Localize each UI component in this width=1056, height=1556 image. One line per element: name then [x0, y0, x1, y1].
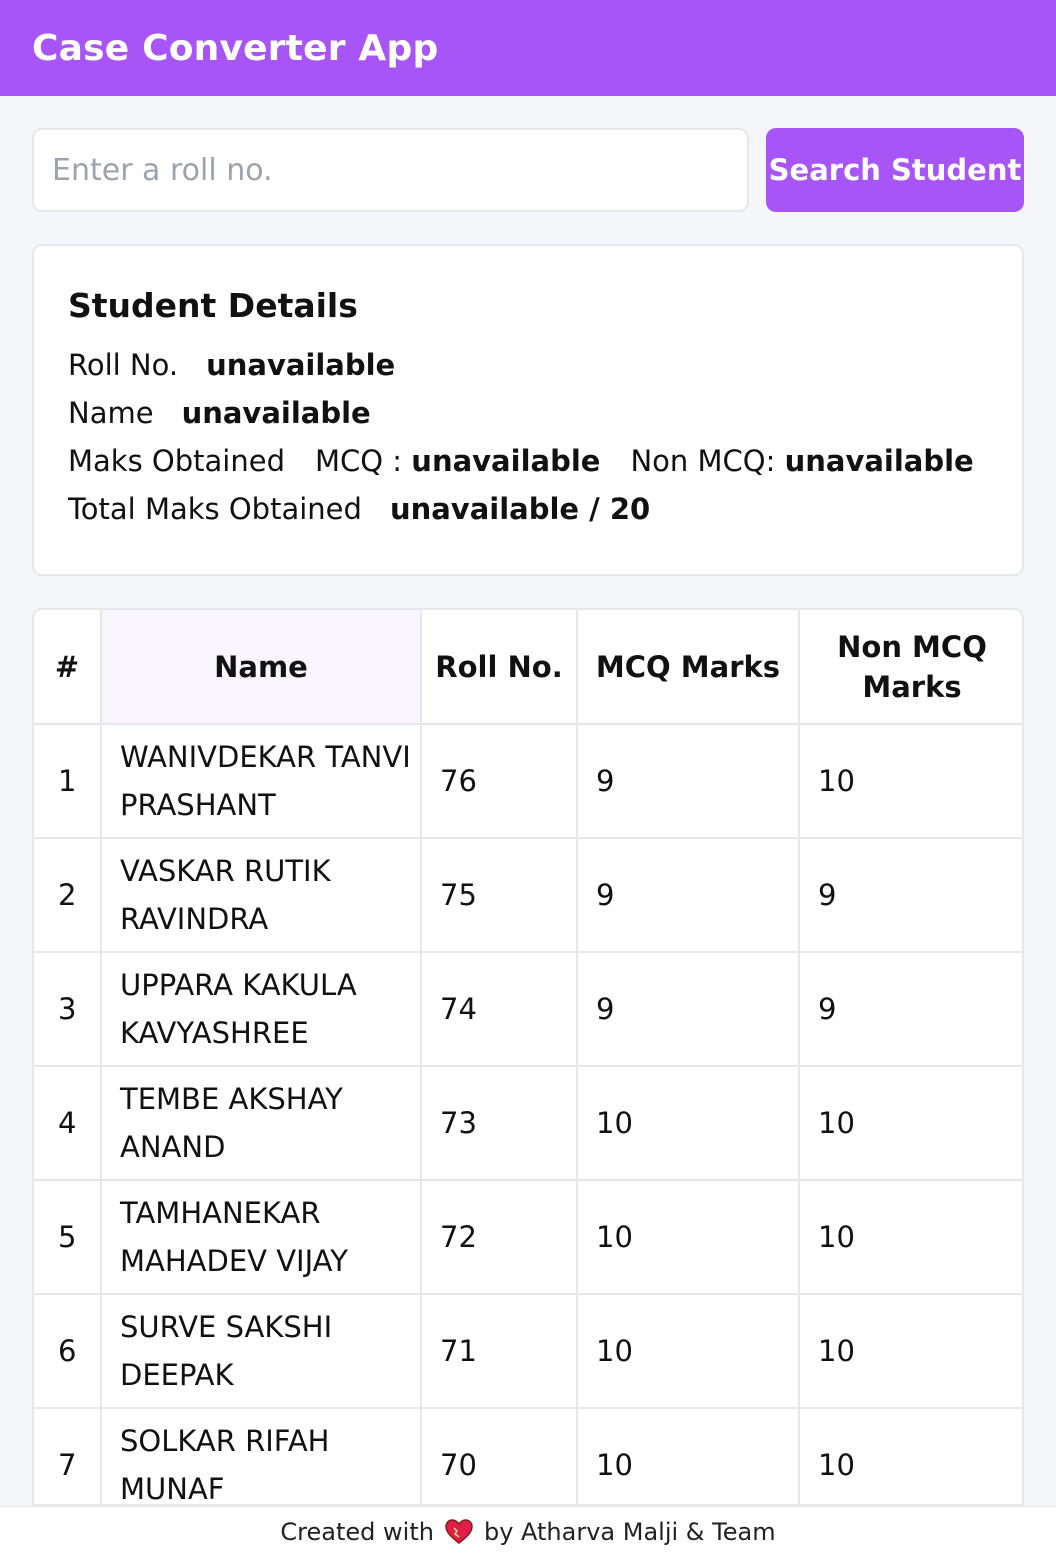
roll-row: Roll No. unavailable: [68, 341, 1022, 389]
column-header-mcq: MCQ Marks: [576, 610, 800, 725]
table-row: 1 WANIVDEKAR TANVI PRASHANT 76 9 10: [34, 723, 1022, 839]
column-header-roll: Roll No.: [420, 610, 578, 725]
cell-roll-no: 76: [420, 723, 578, 839]
cell-index: 7: [34, 1407, 102, 1504]
cell-mcq-marks: 9: [576, 837, 800, 953]
cell-non-mcq-marks: 10: [798, 723, 1022, 839]
results-table: # Name Roll No. MCQ Marks Non MCQ Marks …: [34, 610, 1022, 1504]
cell-non-mcq-marks: 10: [798, 1179, 1022, 1295]
roll-number-input[interactable]: [32, 128, 749, 212]
cell-non-mcq-marks: 10: [798, 1407, 1022, 1504]
non-mcq-value: unavailable: [784, 444, 974, 478]
cell-index: 1: [34, 723, 102, 839]
cell-roll-no: 71: [420, 1293, 578, 1409]
cell-index: 3: [34, 951, 102, 1067]
table-row: 7 SOLKAR RIFAH MUNAF 70 10 10: [34, 1407, 1022, 1504]
cell-index: 5: [34, 1179, 102, 1295]
cell-mcq-marks: 9: [576, 723, 800, 839]
cell-index: 2: [34, 837, 102, 953]
app-title: Case Converter App: [32, 27, 439, 69]
footer: Created with by Atharva Malji & Team: [0, 1506, 1056, 1556]
name-value: unavailable: [181, 396, 371, 430]
roll-value: unavailable: [206, 348, 396, 382]
table-row: 3 UPPARA KAKULA KAVYASHREE 74 9 9: [34, 951, 1022, 1067]
results-table-container[interactable]: # Name Roll No. MCQ Marks Non MCQ Marks …: [32, 608, 1024, 1506]
cell-mcq-marks: 10: [576, 1293, 800, 1409]
cell-roll-no: 70: [420, 1407, 578, 1504]
table-row: 5 TAMHANEKAR MAHADEV VIJAY 72 10 10: [34, 1179, 1022, 1295]
column-header-index: #: [34, 610, 102, 725]
cell-roll-no: 72: [420, 1179, 578, 1295]
search-student-button[interactable]: Search Student: [766, 128, 1024, 212]
cell-roll-no: 74: [420, 951, 578, 1067]
total-value: unavailable / 20: [389, 492, 651, 526]
cell-name: WANIVDEKAR TANVI PRASHANT: [100, 723, 422, 839]
cell-mcq-marks: 10: [576, 1407, 800, 1504]
cell-mcq-marks: 10: [576, 1065, 800, 1181]
cell-non-mcq-marks: 10: [798, 1293, 1022, 1409]
cell-non-mcq-marks: 10: [798, 1065, 1022, 1181]
table-row: 4 TEMBE AKSHAY ANAND 73 10 10: [34, 1065, 1022, 1181]
table-row: 6 SURVE SAKSHI DEEPAK 71 10 10: [34, 1293, 1022, 1409]
cell-non-mcq-marks: 9: [798, 837, 1022, 953]
app-header: Case Converter App: [0, 0, 1056, 96]
search-bar: Search Student: [32, 128, 1024, 212]
table-header-row: # Name Roll No. MCQ Marks Non MCQ Marks: [34, 610, 1022, 725]
table-row: 2 VASKAR RUTIK RAVINDRA 75 9 9: [34, 837, 1022, 953]
heart-icon: [444, 1518, 474, 1546]
mcq-label: MCQ :: [314, 444, 403, 478]
cell-name: VASKAR RUTIK RAVINDRA: [100, 837, 422, 953]
cell-mcq-marks: 9: [576, 951, 800, 1067]
footer-prefix: Created with: [280, 1517, 434, 1546]
marks-row: Maks Obtained MCQ : unavailable Non MCQ: u…: [68, 437, 1022, 485]
cell-name: SURVE SAKSHI DEEPAK: [100, 1293, 422, 1409]
total-row: Total Maks Obtained unavailable / 20: [68, 485, 1022, 533]
cell-name: TEMBE AKSHAY ANAND: [100, 1065, 422, 1181]
cell-mcq-marks: 10: [576, 1179, 800, 1295]
name-row: Name unavailable: [68, 389, 1022, 437]
cell-name: SOLKAR RIFAH MUNAF: [100, 1407, 422, 1504]
cell-roll-no: 73: [420, 1065, 578, 1181]
cell-roll-no: 75: [420, 837, 578, 953]
cell-name: UPPARA KAKULA KAVYASHREE: [100, 951, 422, 1067]
non-mcq-label: Non MCQ:: [630, 444, 776, 478]
column-header-non-mcq: Non MCQ Marks: [798, 610, 1022, 725]
cell-name: TAMHANEKAR MAHADEV VIJAY: [100, 1179, 422, 1295]
total-label: Total Maks Obtained: [68, 492, 362, 526]
name-label: Name: [68, 396, 154, 430]
student-details-card: Student Details Roll No. unavailable Name…: [32, 244, 1024, 576]
cell-index: 6: [34, 1293, 102, 1409]
roll-label: Roll No.: [68, 348, 179, 382]
mcq-value: unavailable: [411, 444, 601, 478]
cell-non-mcq-marks: 9: [798, 951, 1022, 1067]
footer-suffix: by Atharva Malji & Team: [483, 1517, 776, 1546]
student-details-title: Student Details: [68, 286, 358, 325]
column-header-name: Name: [100, 610, 422, 725]
marks-label: Maks Obtained: [68, 444, 285, 478]
cell-index: 4: [34, 1065, 102, 1181]
